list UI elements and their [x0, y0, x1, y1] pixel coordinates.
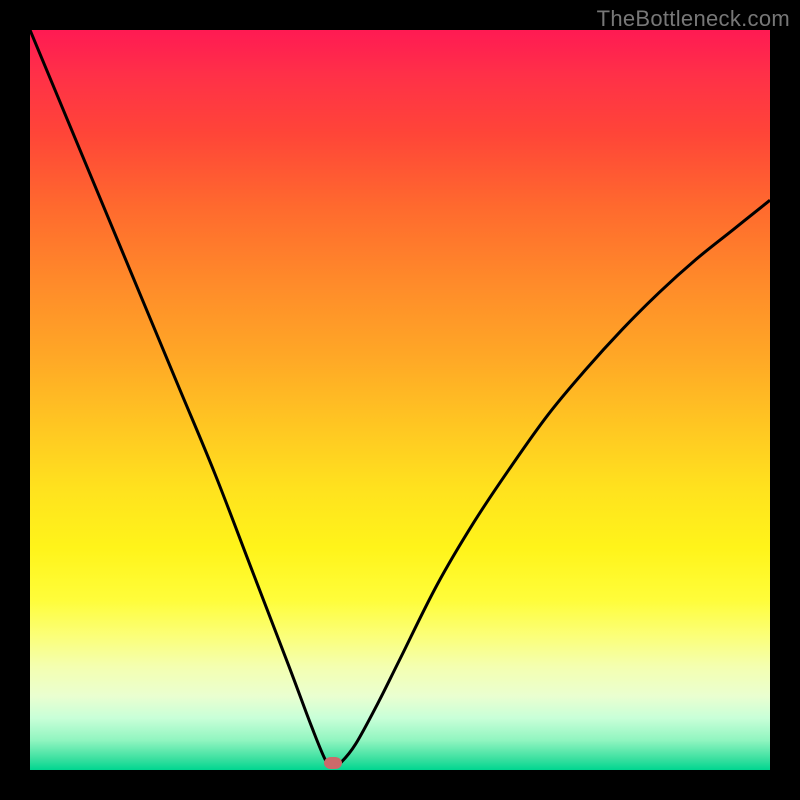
chart-frame: TheBottleneck.com — [0, 0, 800, 800]
watermark-text: TheBottleneck.com — [597, 6, 790, 32]
curve-line — [30, 30, 770, 766]
plot-area — [30, 30, 770, 770]
optimum-marker — [324, 757, 342, 769]
bottleneck-curve — [30, 30, 770, 770]
